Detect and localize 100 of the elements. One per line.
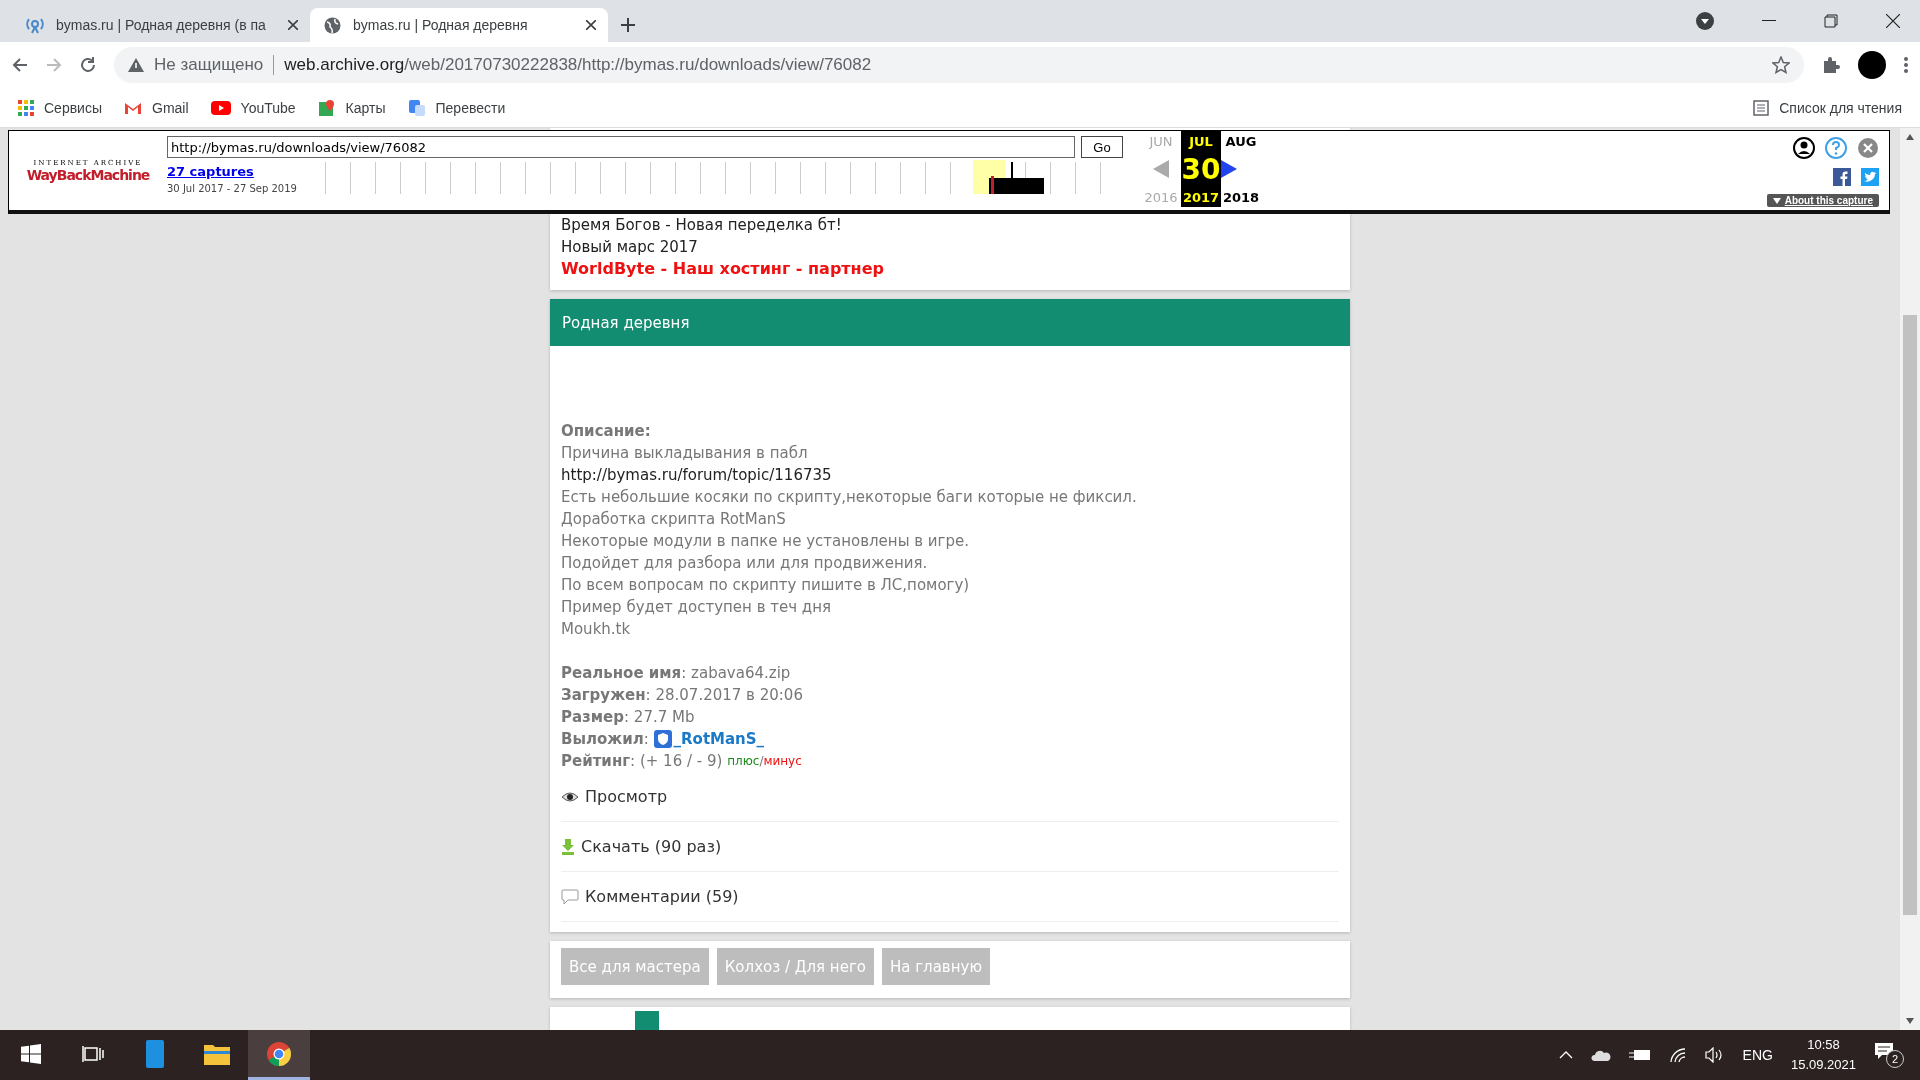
tab-title: bymas.ru | Родная деревня (в па bbox=[56, 17, 267, 33]
tab-title: bymas.ru | Родная деревня bbox=[353, 17, 529, 33]
phone-app-icon[interactable] bbox=[146, 1039, 164, 1068]
scrollbar[interactable] bbox=[1900, 128, 1920, 1030]
time-text: 10:58 bbox=[1807, 1036, 1840, 1054]
description-line: Причина выкладывания в пабл bbox=[561, 443, 809, 464]
clock[interactable]: 10:58 15.09.2021 bbox=[1790, 1035, 1856, 1075]
bookmark[interactable]: Сервисы bbox=[18, 99, 102, 116]
capture-day: 30 bbox=[1181, 151, 1221, 187]
eye-icon bbox=[561, 790, 579, 803]
scrollbar-thumb[interactable] bbox=[1903, 315, 1917, 915]
url-text: web.archive.org/web/20170730222838/http://bymas.ru/downloads/view/76082 bbox=[284, 55, 873, 75]
antenna-icon bbox=[26, 16, 44, 34]
play-icon bbox=[210, 100, 231, 115]
close-icon[interactable] bbox=[586, 20, 596, 30]
next-arrow-icon[interactable] bbox=[1221, 160, 1237, 178]
bookmark-label: Gmail bbox=[152, 99, 189, 116]
battery-icon[interactable] bbox=[1628, 1049, 1651, 1061]
about-capture-button[interactable]: About this capture bbox=[1766, 194, 1879, 207]
language-indicator[interactable]: ENG bbox=[1742, 1047, 1773, 1063]
reload-icon[interactable] bbox=[80, 57, 96, 73]
bookmark-label: Карты bbox=[345, 99, 386, 116]
reading-list-label: Список для чтения bbox=[1779, 99, 1902, 116]
speaker-icon[interactable] bbox=[1704, 1047, 1725, 1063]
file-title: Родная деревня bbox=[550, 299, 1350, 346]
year-label[interactable]: 2017 bbox=[1181, 187, 1221, 207]
action-link[interactable]: Просмотр bbox=[585, 785, 668, 808]
menu-icon[interactable] bbox=[1904, 57, 1908, 73]
caret-icon bbox=[1772, 197, 1781, 204]
facebook-icon[interactable] bbox=[1833, 167, 1851, 186]
site-link[interactable]: Новый марс 2017 bbox=[561, 236, 1339, 258]
restore-icon[interactable] bbox=[1824, 14, 1838, 28]
topic-link[interactable]: http://bymas.ru/forum/topic/116735 bbox=[561, 464, 1339, 486]
month-label[interactable]: JUL bbox=[1181, 131, 1221, 151]
reading-list-button[interactable]: Список для чтения bbox=[1753, 99, 1902, 116]
browser-tab[interactable]: bymas.ru | Родная деревня bbox=[310, 8, 608, 42]
rating-label: Рейтинг bbox=[561, 751, 631, 772]
date-text: 15.09.2021 bbox=[1790, 1056, 1856, 1074]
meta-value: : 27.7 Mb bbox=[624, 707, 695, 728]
month-label[interactable]: AUG bbox=[1221, 131, 1261, 151]
apps-grid-icon bbox=[18, 99, 34, 116]
scroll-up-icon[interactable] bbox=[1906, 134, 1914, 140]
description-line: Пример будет доступен в теч дня bbox=[561, 597, 833, 618]
bookmark-label: Сервисы bbox=[44, 99, 102, 116]
taskbar-app[interactable] bbox=[248, 1030, 310, 1080]
warning-icon bbox=[128, 58, 144, 72]
cloud-icon[interactable] bbox=[1590, 1049, 1611, 1061]
bookmark[interactable]: YouTube bbox=[210, 99, 296, 116]
user-icon[interactable] bbox=[1793, 137, 1815, 159]
address-bar[interactable]: Не защищено web.archive.org/web/20170730222838/http://bymas.ru/downloads/view/76082 bbox=[114, 47, 1804, 83]
star-icon[interactable] bbox=[1772, 56, 1790, 74]
meta-label: Реальное имя bbox=[561, 663, 682, 684]
description-line: Moukh.tk bbox=[561, 619, 632, 640]
bookmark[interactable]: Gmail bbox=[124, 99, 189, 116]
uploader-link[interactable]: _RotManS_ bbox=[653, 728, 765, 750]
twitter-icon[interactable] bbox=[1861, 167, 1879, 186]
puzzle-icon[interactable] bbox=[1822, 56, 1840, 74]
meta-value: : bbox=[643, 729, 650, 750]
description-line: Есть небольшие косяки по скрипту,некоторые баги которые не фиксил. bbox=[561, 487, 1138, 508]
plus-link[interactable]: плюс bbox=[727, 750, 760, 772]
security-label[interactable]: Не защищено bbox=[154, 55, 264, 75]
wifi-icon[interactable] bbox=[1668, 1047, 1687, 1063]
caret-icon[interactable] bbox=[1696, 12, 1714, 30]
captures-link[interactable]: 27 captures bbox=[167, 164, 317, 179]
bookmark[interactable]: Перевести bbox=[407, 98, 506, 117]
chevron-up-icon[interactable] bbox=[1558, 1051, 1573, 1059]
description-line: Доработка скрипта RotManS bbox=[561, 509, 787, 530]
folder-icon[interactable] bbox=[204, 1042, 230, 1065]
bookmark-label: YouTube bbox=[240, 99, 296, 116]
month-label: JUN bbox=[1147, 132, 1174, 151]
notification-button[interactable]: 2 bbox=[1874, 1042, 1904, 1068]
close-icon[interactable] bbox=[288, 20, 298, 30]
translate-icon bbox=[407, 98, 426, 117]
notification-count: 2 bbox=[1886, 1050, 1904, 1068]
task-view-icon[interactable] bbox=[82, 1044, 104, 1063]
rating-separator: / bbox=[759, 753, 764, 770]
help-icon[interactable] bbox=[1825, 137, 1847, 159]
minimize-icon[interactable] bbox=[1762, 20, 1776, 22]
minus-link[interactable]: минус bbox=[763, 750, 802, 772]
url-input[interactable]: http://bymas.ru/downloads/view/76082 bbox=[167, 136, 1075, 158]
action-link[interactable]: Скачать (90 раз) bbox=[581, 835, 722, 858]
description-line: Некоторые модули в папке не установлены в игре. bbox=[561, 531, 970, 552]
close-icon[interactable] bbox=[1886, 14, 1900, 28]
action-link[interactable]: Комментарии (59) bbox=[585, 885, 739, 908]
back-arrow-icon[interactable] bbox=[12, 57, 28, 73]
meta-label: Выложил bbox=[561, 729, 644, 750]
rating-value: : (+ 16 / - 9) bbox=[630, 751, 724, 772]
site-link[interactable]: Время Богов - Новая переделка бт! bbox=[561, 214, 1339, 236]
scroll-down-icon[interactable] bbox=[1906, 1018, 1914, 1024]
browser-tab[interactable]: bymas.ru | Родная деревня (в па bbox=[12, 8, 310, 42]
bookmark[interactable]: Карты bbox=[317, 98, 386, 117]
chrome-icon[interactable] bbox=[266, 1040, 292, 1067]
year-label[interactable]: 2018 bbox=[1221, 187, 1261, 207]
windows-logo-icon[interactable] bbox=[21, 1043, 41, 1064]
partner-link[interactable]: WorldByte - Наш хостинг - партнер bbox=[561, 258, 1339, 280]
mail-icon bbox=[124, 100, 142, 115]
new-tab-icon[interactable] bbox=[621, 18, 635, 32]
go-button[interactable]: Go bbox=[1081, 136, 1123, 158]
speech-bubble-icon bbox=[561, 888, 579, 905]
avatar-icon[interactable] bbox=[1858, 51, 1886, 79]
